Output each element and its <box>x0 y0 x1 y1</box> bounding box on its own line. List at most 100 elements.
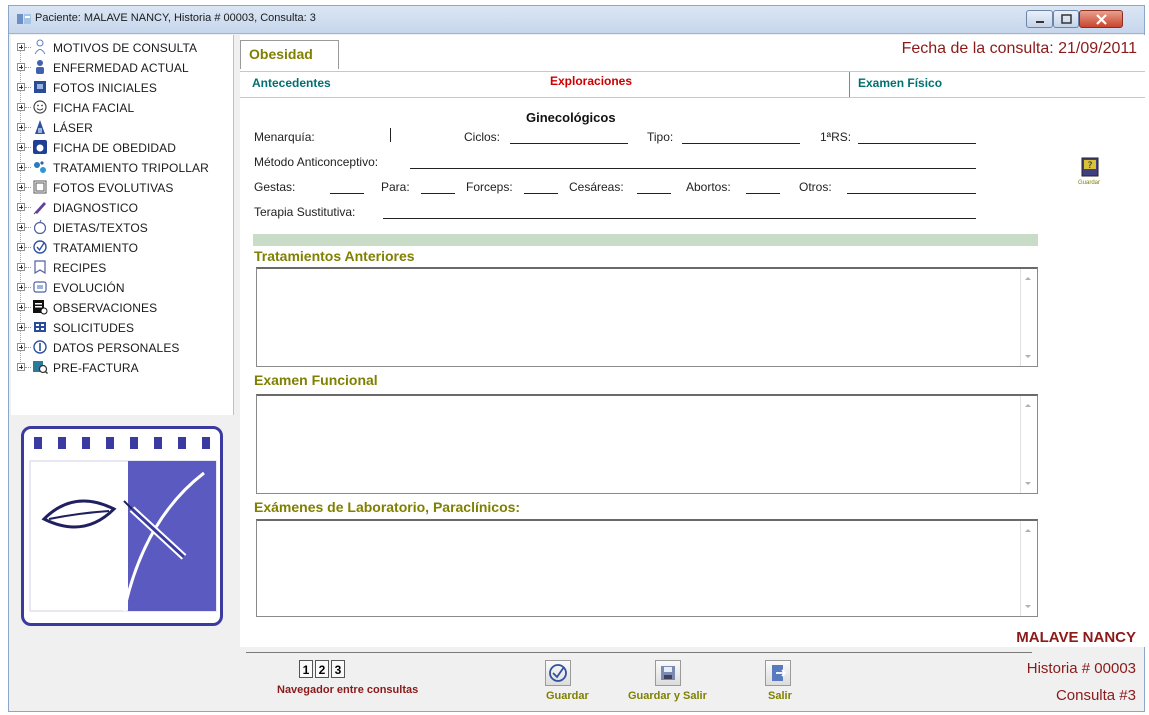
observations-icon <box>32 299 48 315</box>
tree-item-ficha-de-obedidad[interactable]: FICHA DE OBEDIDAD <box>11 138 233 158</box>
photo-icon <box>32 79 48 95</box>
tree-item-evolucion[interactable]: EVOLUCIÓN <box>11 278 233 298</box>
guardar-button[interactable] <box>545 660 571 686</box>
expand-icon[interactable] <box>17 183 25 191</box>
tab-exploraciones[interactable]: Exploraciones <box>550 74 632 88</box>
historia-number: Historia # 00003 <box>1026 660 1136 677</box>
tree-item-diagnostico[interactable]: DIAGNOSTICO <box>11 198 233 218</box>
expand-icon[interactable] <box>17 163 25 171</box>
tree-item-solicitudes[interactable]: SOLICITUDES <box>11 318 233 338</box>
expand-icon[interactable] <box>17 63 25 71</box>
nav-consulta-1-button[interactable]: 1 <box>299 660 313 678</box>
otros-label: Otros: <box>799 180 832 194</box>
examenes-laboratorio-heading: Exámenes de Laboratorio, Paraclínicos: <box>254 499 521 515</box>
footer-divider <box>246 652 1032 653</box>
terapia-sustitutiva-field[interactable] <box>383 218 976 219</box>
cesareas-field[interactable] <box>637 193 671 194</box>
svg-text:?: ? <box>1088 161 1093 171</box>
tree-item-label: DATOS PERSONALES <box>53 341 180 355</box>
examen-funcional-textarea[interactable] <box>256 394 1038 494</box>
person-icon <box>32 59 48 75</box>
consulta-number: Consulta #3 <box>1055 687 1136 704</box>
tree-item-ficha-facial[interactable]: FICHA FACIAL <box>11 98 233 118</box>
tree-item-dietas-textos[interactable]: DIETAS/TEXTOS <box>11 218 233 238</box>
expand-icon[interactable] <box>17 343 25 351</box>
expand-icon[interactable] <box>17 43 25 51</box>
forceps-field[interactable] <box>524 193 558 194</box>
application-window: Paciente: MALAVE NANCY, Historia # 00003… <box>8 5 1145 712</box>
invoice-search-icon <box>32 359 48 375</box>
tree-item-label: FICHA DE OBEDIDAD <box>53 141 177 155</box>
save-help-icon[interactable]: ? <box>1081 157 1099 177</box>
tree-item-label: EVOLUCIÓN <box>53 281 125 295</box>
examenes-laboratorio-textarea[interactable] <box>256 519 1038 617</box>
tree-item-label: RECIPES <box>53 261 107 275</box>
salir-button[interactable] <box>765 660 791 686</box>
guardar-label: Guardar <box>546 690 589 702</box>
expand-icon[interactable] <box>17 223 25 231</box>
scrollbar[interactable] <box>1020 521 1037 616</box>
tree-item-label: PRE-FACTURA <box>53 361 139 375</box>
tratamientos-anteriores-textarea[interactable] <box>256 267 1038 367</box>
metodo-anticonceptivo-field[interactable] <box>410 168 976 169</box>
tab-divider <box>849 72 850 97</box>
nav-consulta-2-button[interactable]: 2 <box>315 660 329 678</box>
otros-field[interactable] <box>847 193 976 194</box>
gestas-field[interactable] <box>330 193 364 194</box>
tree-item-tratamiento-tripollar[interactable]: TRATAMIENTO TRIPOLLAR <box>11 158 233 178</box>
tree-item-label: TRATAMIENTO TRIPOLLAR <box>53 161 209 175</box>
tipo-field[interactable] <box>682 143 800 144</box>
tripollar-icon <box>32 159 48 175</box>
guardar-y-salir-button[interactable] <box>655 660 681 686</box>
abortos-field[interactable] <box>746 193 780 194</box>
salir-label: Salir <box>768 690 792 702</box>
ciclos-field[interactable] <box>510 143 628 144</box>
nav-consulta-3-button[interactable]: 3 <box>331 660 345 678</box>
minimize-button[interactable] <box>1026 10 1053 28</box>
tree-item-laser[interactable]: LÁSER <box>11 118 233 138</box>
tree-item-motivos-de-consulta[interactable]: MOTIVOS DE CONSULTA <box>11 38 233 58</box>
app-icon <box>17 14 31 24</box>
tab-examen-fisico[interactable]: Examen Físico <box>858 76 942 90</box>
expand-icon[interactable] <box>17 283 25 291</box>
evolution-icon <box>32 279 48 295</box>
scrollbar[interactable] <box>1020 269 1037 366</box>
tree-item-pre-factura[interactable]: PRE-FACTURA <box>11 358 233 378</box>
tree-item-observaciones[interactable]: OBSERVACIONES <box>11 298 233 318</box>
expand-icon[interactable] <box>17 303 25 311</box>
para-field[interactable] <box>421 193 455 194</box>
expand-icon[interactable] <box>17 123 25 131</box>
expand-icon[interactable] <box>17 263 25 271</box>
tree-item-label: OBSERVACIONES <box>53 301 158 315</box>
tree-item-fotos-evolutivas[interactable]: FOTOS EVOLUTIVAS <box>11 178 233 198</box>
tree-item-tratamiento[interactable]: TRATAMIENTO <box>11 238 233 258</box>
tree-item-enfermedad-actual[interactable]: ENFERMEDAD ACTUAL <box>11 58 233 78</box>
close-button[interactable] <box>1079 10 1123 28</box>
expand-icon[interactable] <box>17 83 25 91</box>
tree-item-datos-personales[interactable]: DATOS PERSONALES <box>11 338 233 358</box>
expand-icon[interactable] <box>17 243 25 251</box>
scrollbar[interactable] <box>1020 396 1037 493</box>
expand-icon[interactable] <box>17 203 25 211</box>
maximize-button[interactable] <box>1053 10 1079 28</box>
patient-name: MALAVE NANCY <box>1016 629 1136 646</box>
primera-rs-field[interactable] <box>858 143 976 144</box>
tree-item-label: TRATAMIENTO <box>53 241 139 255</box>
examen-funcional-heading: Examen Funcional <box>254 372 378 388</box>
tree-item-fotos-iniciales[interactable]: FOTOS INICIALES <box>11 78 233 98</box>
menarquia-label: Menarquía: <box>254 130 315 144</box>
tree-item-recipes[interactable]: RECIPES <box>11 258 233 278</box>
tree-item-label: LÁSER <box>53 121 93 135</box>
expand-icon[interactable] <box>17 323 25 331</box>
expand-icon[interactable] <box>17 143 25 151</box>
menarquia-field[interactable] <box>390 128 391 142</box>
expand-icon[interactable] <box>17 363 25 371</box>
pen-icon <box>32 199 48 215</box>
abortos-label: Abortos: <box>686 180 731 194</box>
smiley-icon <box>32 99 48 115</box>
tratamientos-anteriores-heading: Tratamientos Anteriores <box>254 248 415 264</box>
expand-icon[interactable] <box>17 103 25 111</box>
primera-rs-label: 1ªRS: <box>820 130 852 144</box>
tab-obesidad[interactable]: Obesidad <box>240 40 339 69</box>
tab-antecedentes[interactable]: Antecedentes <box>252 76 331 90</box>
